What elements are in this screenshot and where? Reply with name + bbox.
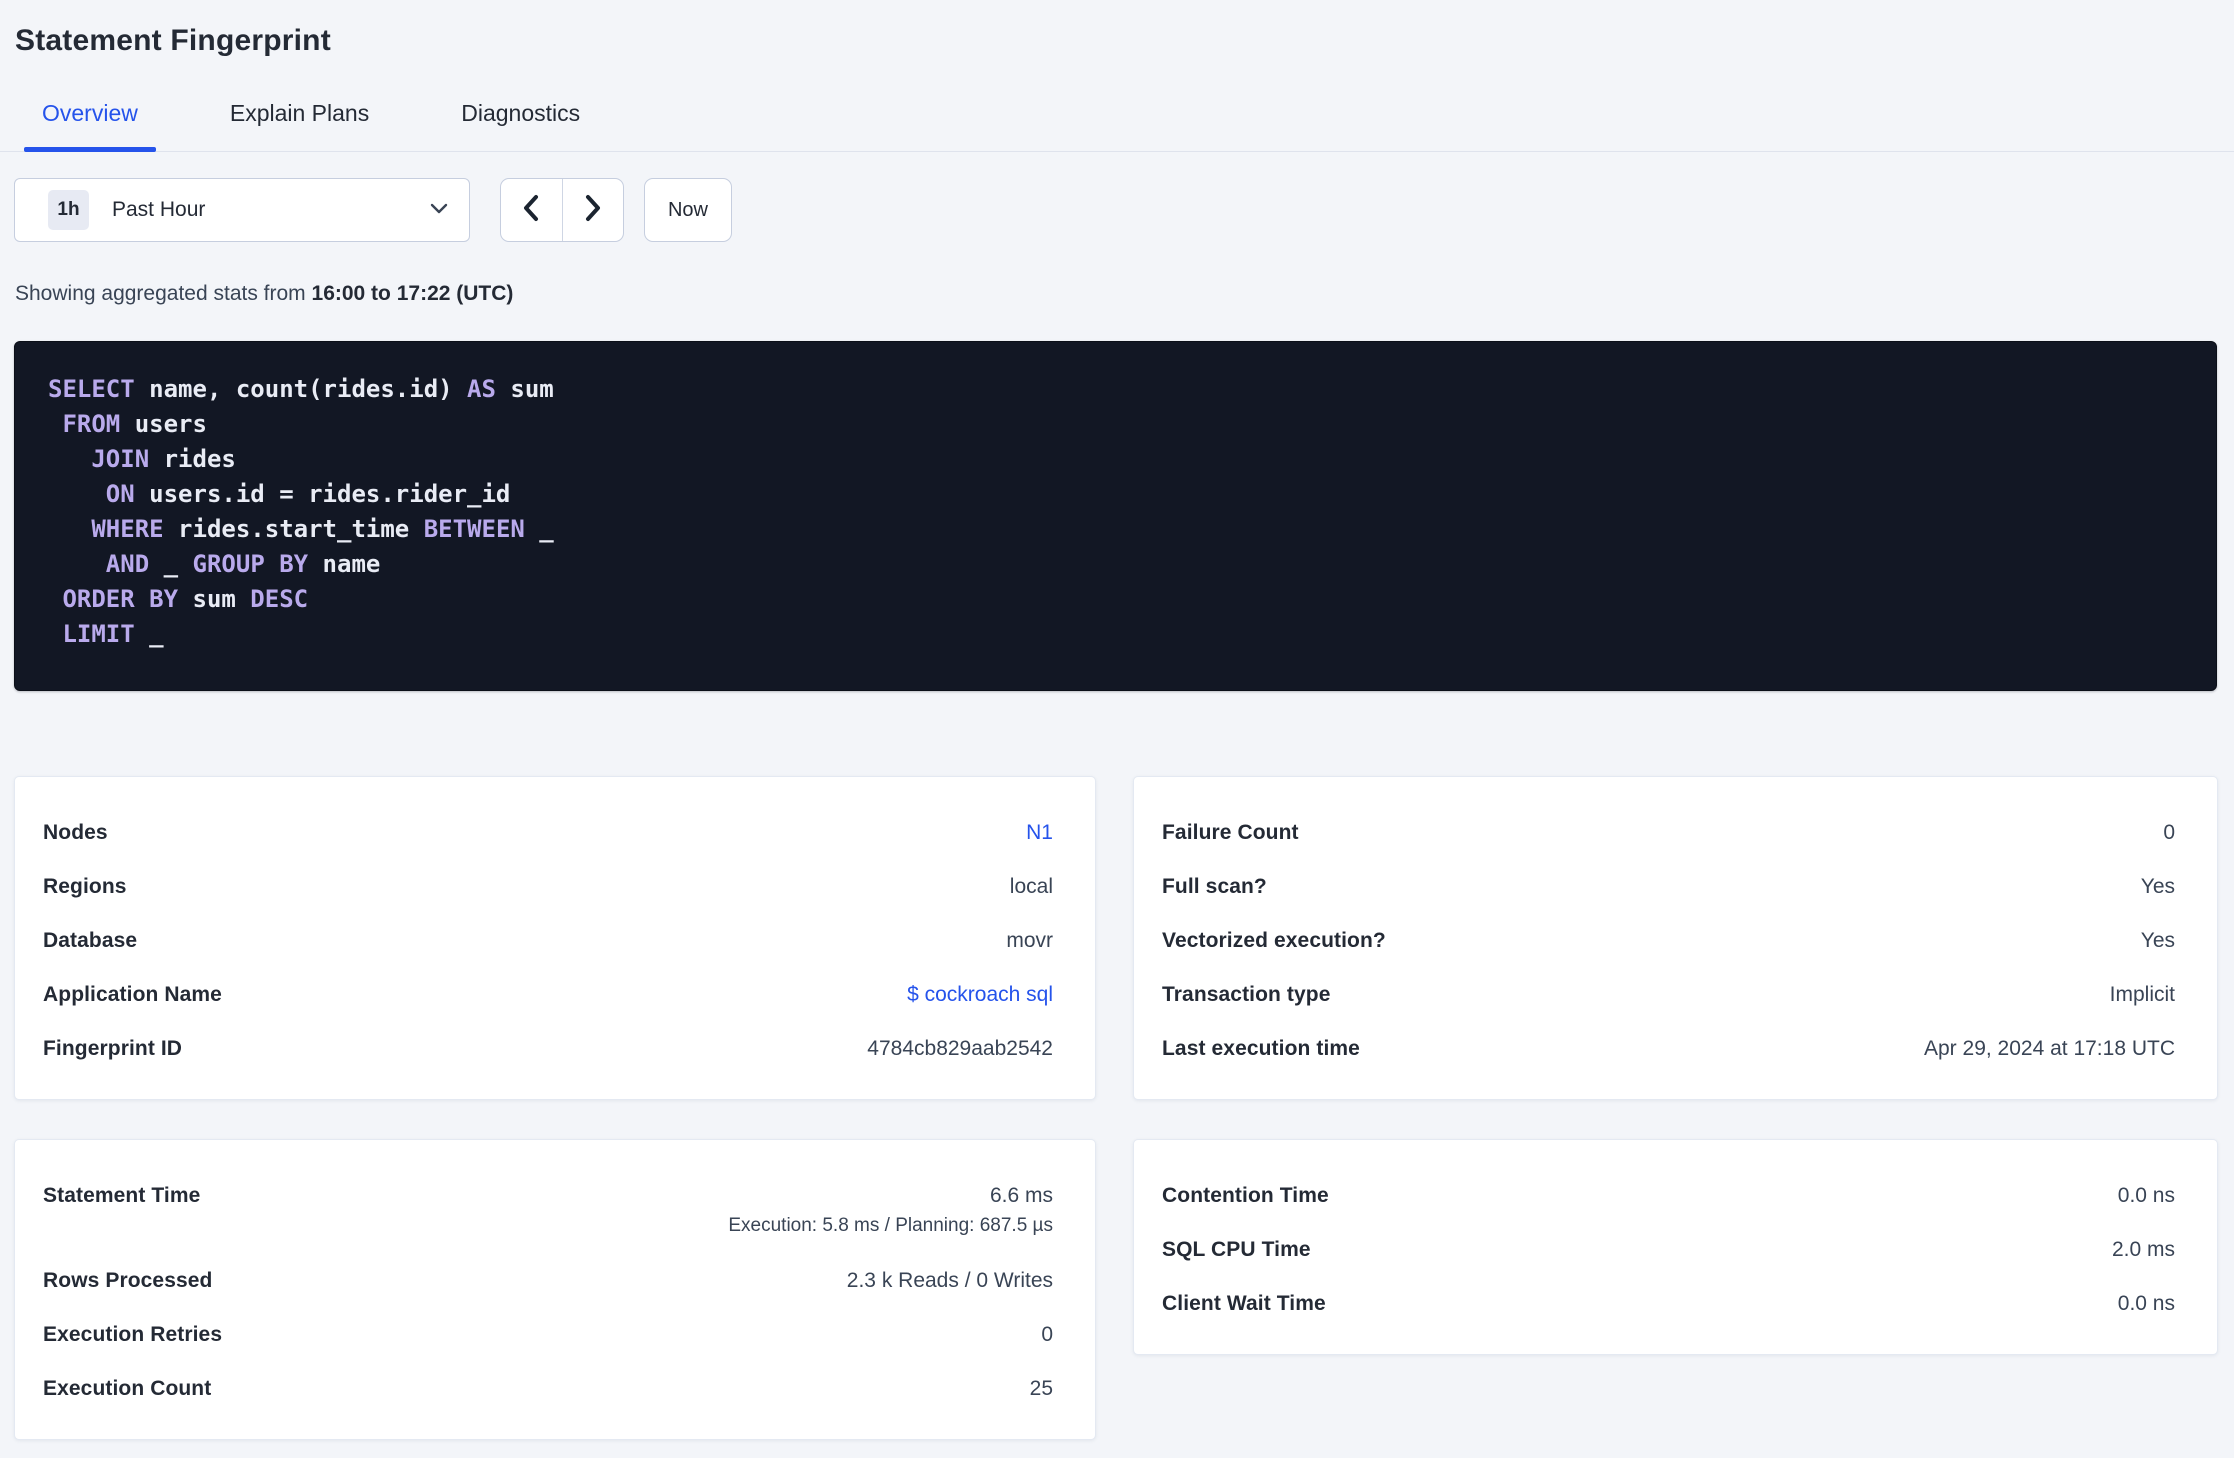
summary-cards: Nodes N1 Regions local Database movr Applicati… xyxy=(14,776,2218,1440)
card-row-sql-cpu-time: SQL CPU Time 2.0 ms xyxy=(1162,1239,2175,1260)
row-value: Yes xyxy=(2140,929,2175,952)
sql-line: AND _ GROUP BY name xyxy=(105,550,381,578)
row-value: local xyxy=(1009,875,1053,898)
row-value: Apr 29, 2024 at 17:18 UTC xyxy=(1924,1037,2175,1060)
row-value: Implicit xyxy=(2109,983,2175,1006)
time-range-badge: 1h xyxy=(48,190,89,230)
row-value: 0.0 ns xyxy=(2117,1292,2175,1315)
now-button[interactable]: Now xyxy=(644,178,732,242)
card-row-transaction-type: Transaction type Implicit xyxy=(1162,984,2175,1005)
sql-statement-box: SELECT name, count(rides.id) AS sum FROM… xyxy=(14,341,2217,691)
row-label: Full scan? xyxy=(1162,875,1267,898)
row-value: 2.3 k Reads / 0 Writes xyxy=(846,1269,1053,1292)
card-statement-details: Nodes N1 Regions local Database movr Applicati… xyxy=(14,776,1096,1100)
sql-line: ON users.id = rides.rider_id xyxy=(105,480,511,508)
card-row-execution-count: Execution Count 25 xyxy=(43,1378,1053,1399)
row-label: Execution Retries xyxy=(43,1323,223,1346)
card-row-rows-processed: Rows Processed 2.3 k Reads / 0 Writes xyxy=(43,1270,1053,1291)
card-row-database: Database movr xyxy=(43,930,1053,951)
tab-explain-plans[interactable]: Explain Plans xyxy=(212,100,387,151)
row-value: 6.6 ms Execution: 5.8 ms / Planning: 687.… xyxy=(728,1184,1053,1236)
card-row-last-execution-time: Last execution time Apr 29, 2024 at 17:18… xyxy=(1162,1038,2175,1059)
card-statement-timing: Statement Time 6.6 ms Execution: 5.8 ms / … xyxy=(14,1139,1096,1440)
tab-diagnostics[interactable]: Diagnostics xyxy=(443,100,598,151)
row-label: Execution Count xyxy=(43,1377,212,1400)
tabs: Overview Explain Plans Diagnostics xyxy=(0,100,2234,152)
card-row-failure-count: Failure Count 0 xyxy=(1162,822,2175,843)
aggregated-stats-line: Showing aggregated stats from 16:00 to 1… xyxy=(15,282,2218,306)
card-row-regions: Regions local xyxy=(43,876,1053,897)
row-label: Transaction type xyxy=(1162,983,1331,1006)
row-value: movr xyxy=(1006,929,1053,952)
row-label: Failure Count xyxy=(1162,821,1299,844)
row-value[interactable]: $ cockroach sql xyxy=(907,984,1053,1005)
statement-fingerprint-page: Statement Fingerprint Overview Explain Pl… xyxy=(0,24,2234,1458)
row-value: 4784cb829aab2542 xyxy=(867,1037,1053,1060)
row-label: Regions xyxy=(43,875,127,898)
card-wait-times: Contention Time 0.0 ns SQL CPU Time 2.0 ms C… xyxy=(1133,1139,2218,1355)
card-row-client-wait-time: Client Wait Time 0.0 ns xyxy=(1162,1293,2175,1314)
row-value: Yes xyxy=(2140,875,2175,898)
row-value: 0 xyxy=(2163,821,2175,844)
row-label: Client Wait Time xyxy=(1162,1292,1326,1315)
previous-time-button[interactable] xyxy=(501,179,562,241)
aggregated-stats-range: 16:00 to 17:22 (UTC) xyxy=(311,282,514,305)
card-row-execution-retries: Execution Retries 0 xyxy=(43,1324,1053,1345)
row-value: 2.0 ms xyxy=(2111,1238,2175,1261)
time-controls: 1h Past Hour Now xyxy=(14,178,2218,242)
row-label: Fingerprint ID xyxy=(43,1037,183,1060)
card-row-contention-time: Contention Time 0.0 ns xyxy=(1162,1185,2175,1206)
card-row-nodes: Nodes N1 xyxy=(43,822,1053,843)
card-execution-attributes: Failure Count 0 Full scan? Yes Vectorized ex… xyxy=(1133,776,2218,1100)
sql-line: FROM users xyxy=(62,410,207,438)
row-label: Database xyxy=(43,929,138,952)
row-value[interactable]: N1 xyxy=(1026,822,1053,843)
row-value: 0.0 ns xyxy=(2117,1184,2175,1207)
row-label: Contention Time xyxy=(1162,1184,1329,1207)
chevron-down-icon xyxy=(429,202,449,221)
sql-line: JOIN rides xyxy=(91,445,236,473)
sql-line: ORDER BY sum DESC xyxy=(62,585,309,613)
card-row-statement-time: Statement Time 6.6 ms Execution: 5.8 ms / … xyxy=(43,1185,1053,1237)
application-name-link[interactable]: $ cockroach sql xyxy=(907,983,1053,1006)
sql-line: WHERE rides.start_time BETWEEN _ xyxy=(91,515,554,543)
card-row-application-name: Application Name $ cockroach sql xyxy=(43,984,1053,1005)
time-step-buttons xyxy=(500,178,624,242)
chevron-right-icon xyxy=(582,193,604,228)
row-label: Vectorized execution? xyxy=(1162,929,1386,952)
row-label: Last execution time xyxy=(1162,1037,1360,1060)
row-subvalue: Execution: 5.8 ms / Planning: 687.5 µs xyxy=(728,1215,1053,1236)
row-label: Application Name xyxy=(43,983,222,1006)
card-row-vectorized-execution: Vectorized execution? Yes xyxy=(1162,930,2175,951)
time-range-dropdown[interactable]: 1h Past Hour xyxy=(14,178,470,242)
card-row-fingerprint-id: Fingerprint ID 4784cb829aab2542 xyxy=(43,1038,1053,1059)
next-time-button[interactable] xyxy=(561,179,624,241)
sql-line: SELECT name, count(rides.id) AS sum xyxy=(48,375,554,403)
aggregated-stats-prefix: Showing aggregated stats from xyxy=(15,282,312,305)
row-label: Rows Processed xyxy=(43,1269,213,1292)
row-value: 0 xyxy=(1041,1323,1053,1346)
tab-overview[interactable]: Overview xyxy=(24,100,156,152)
card-row-full-scan: Full scan? Yes xyxy=(1162,876,2175,897)
chevron-left-icon xyxy=(520,193,542,228)
nodes-link[interactable]: N1 xyxy=(1026,821,1053,844)
row-label: Nodes xyxy=(43,821,108,844)
sql-line: LIMIT _ xyxy=(62,620,164,648)
row-value: 25 xyxy=(1029,1377,1053,1400)
row-label: Statement Time xyxy=(43,1184,201,1207)
row-label: SQL CPU Time xyxy=(1162,1238,1311,1261)
page-title: Statement Fingerprint xyxy=(15,24,331,57)
time-range-label: Past Hour xyxy=(112,198,206,221)
